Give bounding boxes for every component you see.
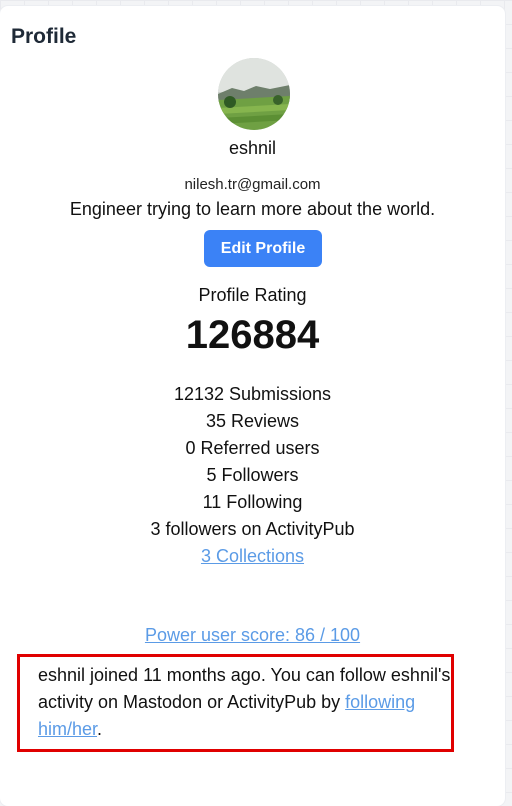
- stat-activitypub-followers: 3 followers on ActivityPub: [150, 519, 355, 539]
- stat-reviews: 35 Reviews: [205, 411, 300, 431]
- profile-rating-label: Profile Rating: [198, 285, 307, 305]
- join-notice-suffix: .: [97, 719, 103, 739]
- user-bio: Engineer trying to learn more about the …: [69, 199, 436, 219]
- stat-followers: 5 Followers: [206, 465, 299, 485]
- profile-stats-list: 12132 Submissions 35 Reviews 0 Referred …: [0, 381, 505, 570]
- stat-referred-users: 0 Referred users: [185, 438, 320, 458]
- power-score: Power user score: 86 / 100: [0, 625, 505, 646]
- username: eshnil: [228, 138, 277, 158]
- edit-profile-button[interactable]: Edit Profile: [204, 230, 322, 267]
- avatar-landscape-image: [218, 58, 290, 130]
- profile-card: Profile eshnil nilesh.tr@gmail.com Engin…: [0, 6, 505, 806]
- page-title: Profile: [11, 25, 77, 48]
- stat-following: 11 Following: [202, 492, 303, 512]
- collections-link[interactable]: 3 Collections: [201, 546, 304, 566]
- user-email: nilesh.tr@gmail.com: [184, 176, 321, 193]
- profile-rating-value: 126884: [185, 313, 320, 357]
- power-user-score-link[interactable]: Power user score: 86 / 100: [145, 625, 360, 645]
- join-notice: eshnil joined 11 months ago. You can fol…: [17, 654, 454, 752]
- stat-collections: 3 Collections: [0, 543, 505, 570]
- avatar: [218, 58, 290, 130]
- stat-submissions: 12132 Submissions: [173, 384, 332, 404]
